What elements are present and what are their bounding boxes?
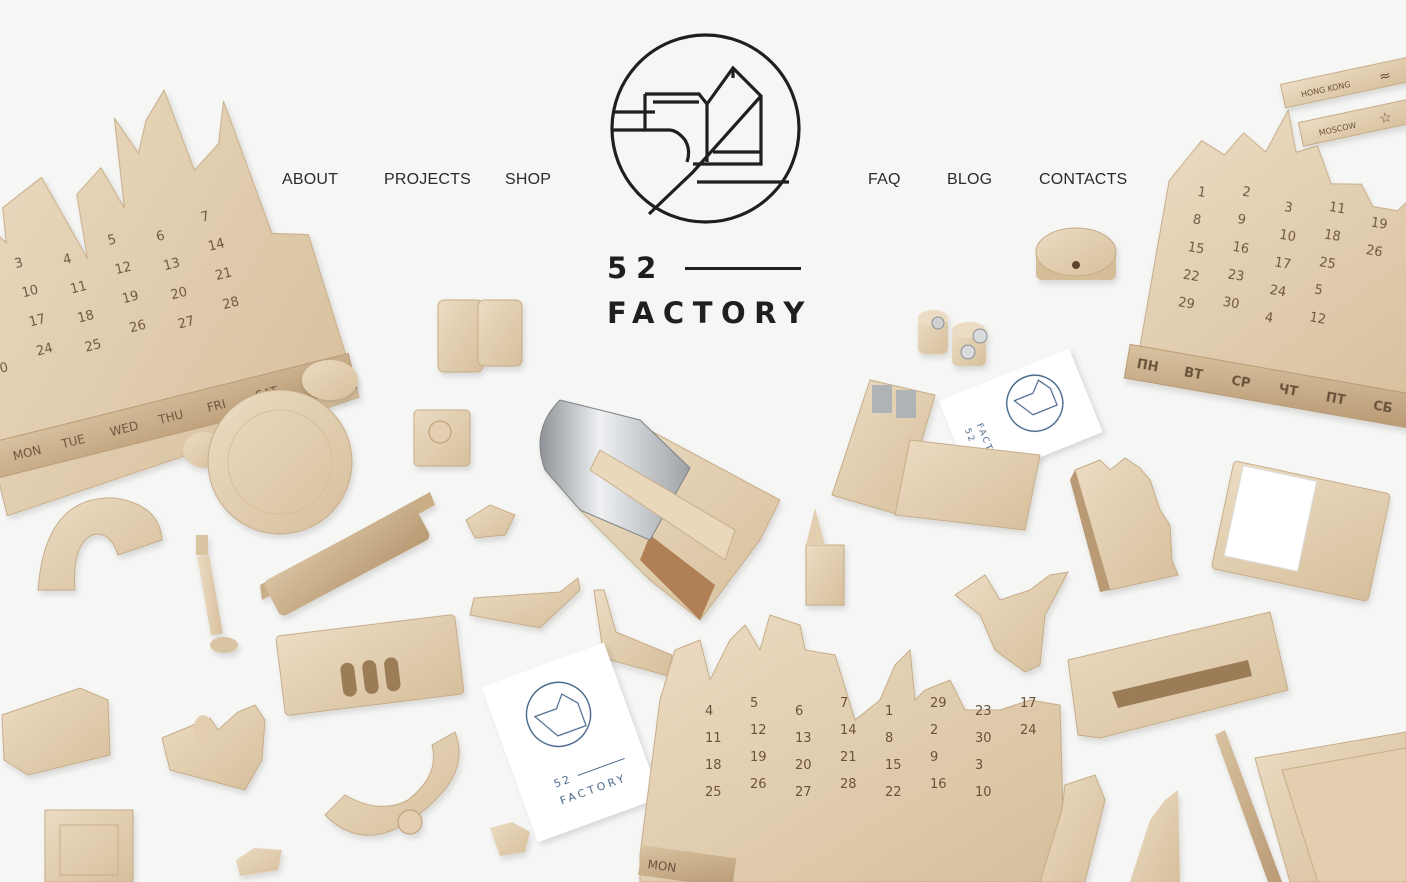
calendar-topright-number: 12 bbox=[1308, 310, 1327, 328]
calendar-topright-number: 30 bbox=[1222, 295, 1241, 313]
calendar-topright-number: 17 bbox=[1273, 255, 1292, 273]
calendar-bottom-number: 21 bbox=[840, 750, 857, 765]
calendar-topright-number: 23 bbox=[1226, 267, 1245, 285]
calendar-bottom-number: 10 bbox=[975, 785, 992, 800]
nav-faq[interactable]: FAQ bbox=[868, 171, 901, 189]
calendar-bottom-number: 22 bbox=[885, 785, 902, 800]
calendar-bottom-number: 4 bbox=[705, 704, 713, 719]
calendar-bottom-number: 25 bbox=[705, 785, 722, 800]
calendar-bottom-number: 6 bbox=[795, 704, 803, 719]
calendar-bottom-number: 16 bbox=[930, 777, 947, 792]
peg-block bbox=[413, 409, 471, 467]
nav-blog[interactable]: BLOG bbox=[947, 171, 992, 189]
nav-projects[interactable]: PROJECTS bbox=[384, 171, 471, 189]
calendar-bottom-number: 1 bbox=[885, 704, 893, 719]
calendar-bottom-number: 20 bbox=[795, 758, 812, 773]
calendar-bottom-number: 17 bbox=[1020, 696, 1037, 711]
calendar-bottom-number: 7 bbox=[840, 696, 848, 711]
calendar-topright-number: 24 bbox=[1268, 283, 1287, 301]
calendar-bottom-number: 30 bbox=[975, 731, 992, 746]
calendar-topright-number: 15 bbox=[1187, 240, 1206, 258]
nav-shop[interactable]: SHOP bbox=[505, 171, 551, 189]
calendar-bottom-number: 3 bbox=[975, 758, 983, 773]
wood-spool bbox=[1035, 227, 1117, 280]
calendar-topright-number: 18 bbox=[1323, 228, 1342, 246]
calendar-bottom-number: 5 bbox=[750, 696, 758, 711]
calendar-bottom-number: 11 bbox=[705, 731, 722, 746]
brand-divider bbox=[685, 267, 801, 270]
calendar-bottom-number: 8 bbox=[885, 731, 893, 746]
calendar-bottom-number: 15 bbox=[885, 758, 902, 773]
calendar-bottom-number: 28 bbox=[840, 777, 857, 792]
calendar-bottom-number: 12 bbox=[750, 723, 767, 738]
calendar-topright-number: 19 bbox=[1370, 215, 1389, 233]
calendar-topright-number: 26 bbox=[1365, 243, 1384, 261]
calendar-bottom-number: 9 bbox=[930, 750, 938, 765]
calendar-bottom-number: 2 bbox=[930, 723, 938, 738]
calendar-bottom-number: 14 bbox=[840, 723, 857, 738]
calendar-topright-number: 22 bbox=[1182, 268, 1201, 286]
calendar-bottom-number: 27 bbox=[795, 785, 812, 800]
brand-name-line1: 52 bbox=[607, 251, 666, 285]
calendar-topright-number: 16 bbox=[1231, 240, 1250, 258]
calendar-bottom-number: 23 bbox=[975, 704, 992, 719]
calendar-bottom-number: 26 bbox=[750, 777, 767, 792]
nav-about[interactable]: ABOUT bbox=[282, 171, 338, 189]
nav-contacts[interactable]: CONTACTS bbox=[1039, 171, 1127, 189]
calendar-bottom-number: 18 bbox=[705, 758, 722, 773]
calendar-bottom-number: 29 bbox=[930, 696, 947, 711]
twin-block bbox=[437, 299, 523, 373]
calendar-topright-number: 10 bbox=[1278, 228, 1297, 246]
calendar-bottom-number: 24 bbox=[1020, 723, 1037, 738]
house-in-circle-logo-icon[interactable] bbox=[609, 32, 802, 225]
brand-name-line2: FACTORY bbox=[607, 296, 813, 330]
calendar-bottom-number: 13 bbox=[795, 731, 812, 746]
calendar-topright-number: 11 bbox=[1328, 200, 1347, 218]
calendar-topright-number: 29 bbox=[1177, 295, 1196, 313]
calendar-topright-number: 25 bbox=[1318, 255, 1337, 273]
calendar-bottom-number: 19 bbox=[750, 750, 767, 765]
